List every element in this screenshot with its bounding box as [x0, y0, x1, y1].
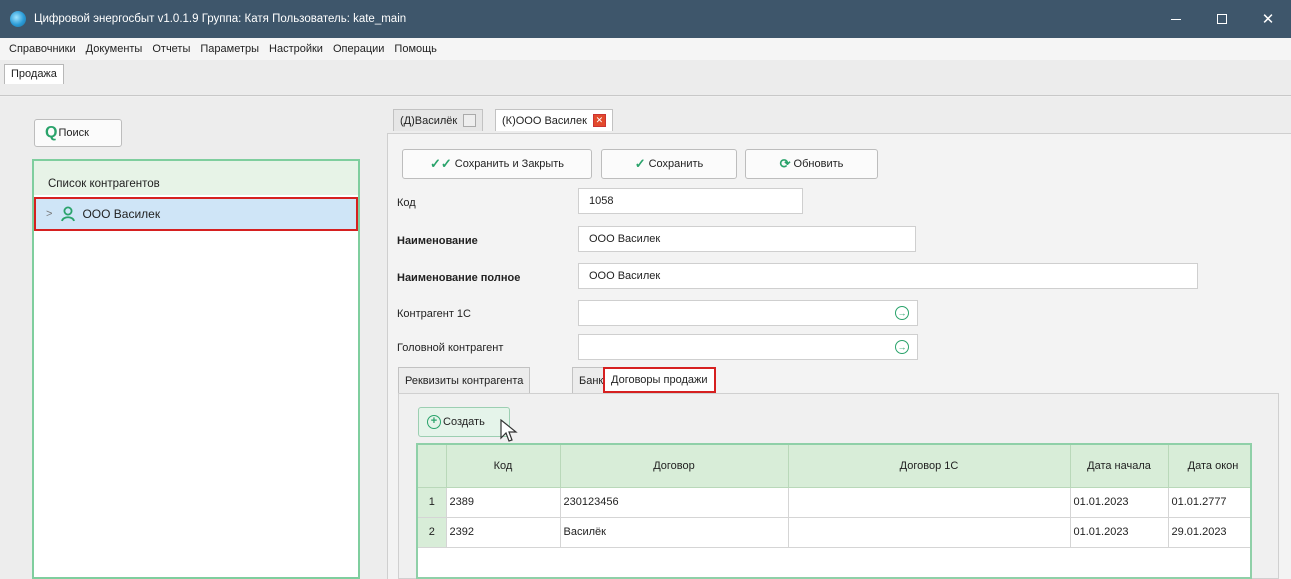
save-and-close-button[interactable]: ✓✓ Сохранить и Закрыть	[402, 149, 592, 179]
tab-label: (Д)Василёк	[400, 114, 458, 127]
menu-settings[interactable]: Настройки	[264, 43, 328, 55]
head-counterparty-label: Головной контрагент	[397, 342, 504, 354]
menu-references[interactable]: Справочники	[4, 43, 81, 55]
open-link-icon[interactable]: →	[895, 306, 909, 320]
chevron-right-icon[interactable]: >	[46, 208, 52, 220]
list-item[interactable]: > ООО Василек	[34, 197, 358, 231]
counterparty-1c-label: Контрагент 1С	[397, 308, 471, 320]
plus-icon: +	[427, 415, 441, 429]
head-counterparty-field[interactable]: →	[578, 334, 918, 360]
end-date-cell[interactable]: 29.01.2023	[1168, 517, 1250, 548]
list-item-label: ООО Василек	[82, 207, 161, 221]
tab-requisites[interactable]: Реквизиты контрагента	[398, 367, 531, 393]
code-field[interactable]: 1058	[578, 188, 803, 214]
refresh-button[interactable]: ⟳ Обновить	[745, 149, 878, 179]
close-button[interactable]: ✕	[1245, 0, 1291, 38]
table-row[interactable]: 2 2392 Василёк 01.01.2023 29.01.2023	[418, 517, 1250, 548]
maximize-button[interactable]	[1199, 0, 1245, 38]
double-check-icon: ✓✓	[429, 156, 452, 171]
module-tabs: Продажа	[0, 60, 1291, 96]
table-header-row: Код Договор Договор 1С Дата начала Дата …	[418, 445, 1250, 488]
name-field[interactable]: ООО Василек	[578, 226, 916, 252]
menu-documents[interactable]: Документы	[81, 43, 148, 55]
contract-cell[interactable]: Василёк	[560, 517, 789, 548]
start-date-cell[interactable]: 01.01.2023	[1070, 517, 1169, 548]
table-row[interactable]: 1 2389 230123456 01.01.2023 01.01.2777	[418, 487, 1250, 518]
contracts-table: Код Договор Договор 1С Дата начала Дата …	[416, 443, 1252, 579]
search-button[interactable]: Q Поиск	[34, 119, 122, 147]
list-header: Список контрагентов	[34, 161, 358, 195]
tab-sales-contracts[interactable]: Договоры продажи	[603, 367, 716, 393]
create-label: Создать	[443, 416, 485, 428]
column-header[interactable]: Дата окон	[1168, 445, 1250, 488]
app-logo-icon	[10, 11, 26, 27]
search-icon: Q	[45, 124, 58, 141]
code-label: Код	[397, 197, 416, 209]
contract-1c-cell[interactable]	[788, 517, 1071, 548]
mouse-cursor-icon	[500, 419, 518, 442]
tab-document-ooo-vasilek[interactable]: (К)ООО Василек ✕	[495, 109, 613, 131]
menu-help[interactable]: Помощь	[389, 43, 442, 55]
name-value: ООО Василек	[589, 233, 661, 245]
close-icon: ✕	[1261, 11, 1275, 28]
start-date-cell[interactable]: 01.01.2023	[1070, 487, 1169, 518]
check-icon: ✓	[634, 156, 646, 171]
column-header[interactable]: Договор 1С	[788, 445, 1071, 488]
open-link-icon[interactable]: →	[895, 340, 909, 354]
column-header[interactable]: Код	[446, 445, 561, 488]
end-date-cell[interactable]: 01.01.2777	[1168, 487, 1250, 518]
save-and-close-label: Сохранить и Закрыть	[454, 158, 565, 170]
name-label: Наименование	[397, 235, 478, 247]
search-button-label: Поиск	[58, 127, 89, 139]
window-title: Цифровой энергосбыт v1.0.1.9 Группа: Кат…	[34, 13, 407, 25]
tab-label: (К)ООО Василек	[502, 114, 587, 127]
minimize-icon	[1171, 18, 1181, 20]
code-cell[interactable]: 2392	[446, 517, 561, 548]
column-header[interactable]: Дата начала	[1070, 445, 1169, 488]
close-tab-icon[interactable]	[463, 114, 477, 127]
menu-parameters[interactable]: Параметры	[195, 43, 264, 55]
row-number-header	[418, 445, 447, 488]
menu-operations[interactable]: Операции	[328, 43, 389, 55]
title-bar: Цифровой энергосбыт v1.0.1.9 Группа: Кат…	[0, 0, 1291, 38]
counterparty-list: Список контрагентов > ООО Василек	[32, 159, 360, 579]
column-header[interactable]: Договор	[560, 445, 789, 488]
contract-1c-cell[interactable]	[788, 487, 1071, 518]
row-number: 1	[418, 487, 447, 518]
code-value: 1058	[589, 195, 614, 207]
close-tab-icon[interactable]: ✕	[592, 114, 606, 127]
tab-document-vasilek[interactable]: (Д)Василёк	[393, 109, 484, 131]
full-name-field[interactable]: ООО Василек	[578, 263, 1198, 289]
menu-reports[interactable]: Отчеты	[147, 43, 195, 55]
menu-bar: Справочники Документы Отчеты Параметры Н…	[0, 38, 1291, 60]
person-icon	[61, 206, 76, 222]
row-number: 2	[418, 517, 447, 548]
contract-cell[interactable]: 230123456	[560, 487, 789, 518]
full-name-label: Наименование полное	[397, 272, 521, 284]
tab-sales[interactable]: Продажа	[4, 64, 64, 84]
save-button[interactable]: ✓ Сохранить	[601, 149, 737, 179]
code-cell[interactable]: 2389	[446, 487, 561, 518]
refresh-icon: ⟳	[779, 156, 791, 171]
maximize-icon	[1217, 14, 1227, 24]
counterparty-1c-field[interactable]: →	[578, 300, 918, 326]
full-name-value: ООО Василек	[589, 270, 661, 282]
minimize-button[interactable]	[1153, 0, 1199, 38]
main-area: Q Поиск Список контрагентов > ООО Василе…	[0, 97, 1291, 579]
refresh-label: Обновить	[793, 158, 844, 170]
create-button[interactable]: + Создать	[418, 407, 510, 437]
save-label: Сохранить	[648, 158, 704, 170]
